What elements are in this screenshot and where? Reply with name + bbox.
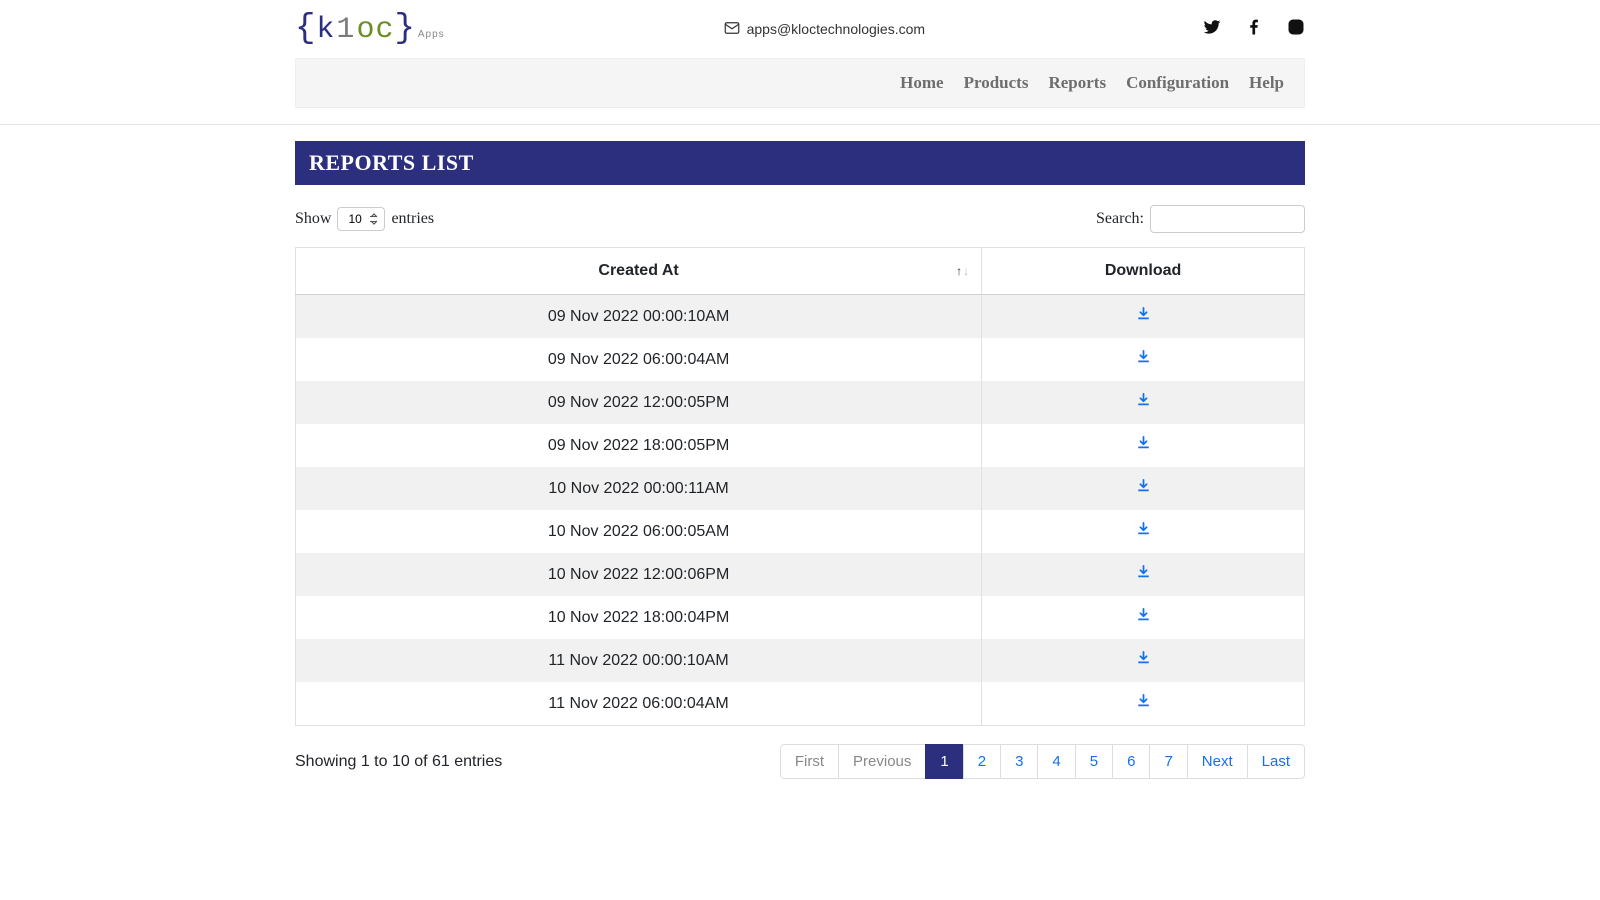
download-icon[interactable] bbox=[1136, 350, 1151, 364]
table-row: 10 Nov 2022 00:00:11AM bbox=[296, 467, 1305, 510]
cell-created-at: 09 Nov 2022 00:00:10AM bbox=[296, 295, 982, 339]
page-last[interactable]: Last bbox=[1247, 744, 1305, 779]
nav-reports[interactable]: Reports bbox=[1048, 73, 1106, 93]
download-icon[interactable] bbox=[1136, 694, 1151, 708]
table-controls: Show 10 entries Search: bbox=[295, 205, 1305, 233]
table-row: 11 Nov 2022 00:00:10AM bbox=[296, 639, 1305, 682]
logo-one: 1 bbox=[335, 13, 356, 47]
page-2[interactable]: 2 bbox=[963, 744, 1001, 779]
col-download-label: Download bbox=[1105, 262, 1181, 279]
main-nav: Home Products Reports Configuration Help bbox=[295, 58, 1305, 108]
cell-created-at: 10 Nov 2022 06:00:05AM bbox=[296, 510, 982, 553]
page-3[interactable]: 3 bbox=[1000, 744, 1038, 779]
logo-suffix: Apps bbox=[418, 29, 445, 40]
table-row: 09 Nov 2022 12:00:05PM bbox=[296, 381, 1305, 424]
col-download: Download bbox=[982, 248, 1305, 295]
table-row: 09 Nov 2022 00:00:10AM bbox=[296, 295, 1305, 339]
reports-table: Created At ↑↓ Download 09 Nov 2022 00:00… bbox=[295, 247, 1305, 726]
contact-email-text: apps@kloctechnologies.com bbox=[747, 21, 925, 37]
search-label: Search: bbox=[1096, 210, 1144, 228]
logo-brace-close: } bbox=[394, 10, 415, 48]
facebook-icon[interactable] bbox=[1245, 18, 1263, 40]
download-icon[interactable] bbox=[1136, 307, 1151, 321]
page-5[interactable]: 5 bbox=[1075, 744, 1113, 779]
download-icon[interactable] bbox=[1136, 565, 1151, 579]
cell-created-at: 09 Nov 2022 18:00:05PM bbox=[296, 424, 982, 467]
col-created-at-label: Created At bbox=[598, 262, 678, 279]
logo-k: k bbox=[316, 13, 335, 47]
contact-email[interactable]: apps@kloctechnologies.com bbox=[723, 19, 925, 40]
search-control: Search: bbox=[1096, 205, 1305, 233]
divider bbox=[0, 124, 1600, 125]
logo[interactable]: { k 1 oc } Apps bbox=[295, 10, 445, 48]
nav-configuration[interactable]: Configuration bbox=[1126, 73, 1229, 93]
page-7[interactable]: 7 bbox=[1149, 744, 1187, 779]
twitter-icon[interactable] bbox=[1203, 18, 1221, 40]
table-row: 10 Nov 2022 18:00:04PM bbox=[296, 596, 1305, 639]
table-row: 10 Nov 2022 12:00:06PM bbox=[296, 553, 1305, 596]
cell-created-at: 10 Nov 2022 12:00:06PM bbox=[296, 553, 982, 596]
table-row: 09 Nov 2022 06:00:04AM bbox=[296, 338, 1305, 381]
cell-download bbox=[982, 295, 1305, 339]
cell-download bbox=[982, 682, 1305, 726]
pagination: FirstPrevious1234567NextLast bbox=[780, 744, 1305, 779]
cell-download bbox=[982, 639, 1305, 682]
page-4[interactable]: 4 bbox=[1037, 744, 1075, 779]
cell-download bbox=[982, 424, 1305, 467]
table-footer: Showing 1 to 10 of 61 entries FirstPrevi… bbox=[295, 744, 1305, 779]
table-row: 10 Nov 2022 06:00:05AM bbox=[296, 510, 1305, 553]
social-links bbox=[1203, 18, 1305, 40]
download-icon[interactable] bbox=[1136, 393, 1151, 407]
cell-created-at: 11 Nov 2022 00:00:10AM bbox=[296, 639, 982, 682]
topbar: { k 1 oc } Apps apps@kloctechnologies.co… bbox=[295, 0, 1305, 58]
page-first: First bbox=[780, 744, 839, 779]
download-icon[interactable] bbox=[1136, 651, 1151, 665]
page-size-select[interactable]: 10 bbox=[337, 207, 385, 231]
page-size-control: Show 10 entries bbox=[295, 207, 434, 231]
download-icon[interactable] bbox=[1136, 436, 1151, 450]
instagram-icon[interactable] bbox=[1287, 18, 1305, 40]
logo-oc: oc bbox=[356, 13, 394, 47]
cell-download bbox=[982, 510, 1305, 553]
page-previous: Previous bbox=[838, 744, 926, 779]
show-label-post: entries bbox=[391, 210, 434, 228]
page-6[interactable]: 6 bbox=[1112, 744, 1150, 779]
page-title: REPORTS LIST bbox=[295, 141, 1305, 185]
page-next[interactable]: Next bbox=[1187, 744, 1248, 779]
table-row: 11 Nov 2022 06:00:04AM bbox=[296, 682, 1305, 726]
nav-products[interactable]: Products bbox=[964, 73, 1029, 93]
cell-created-at: 10 Nov 2022 18:00:04PM bbox=[296, 596, 982, 639]
nav-home[interactable]: Home bbox=[900, 73, 943, 93]
show-label-pre: Show bbox=[295, 210, 331, 228]
table-info: Showing 1 to 10 of 61 entries bbox=[295, 753, 502, 771]
cell-download bbox=[982, 381, 1305, 424]
cell-created-at: 09 Nov 2022 12:00:05PM bbox=[296, 381, 982, 424]
cell-created-at: 10 Nov 2022 00:00:11AM bbox=[296, 467, 982, 510]
page-1[interactable]: 1 bbox=[925, 744, 963, 779]
sort-icon: ↑↓ bbox=[956, 265, 969, 277]
nav-help[interactable]: Help bbox=[1249, 73, 1284, 93]
cell-download bbox=[982, 467, 1305, 510]
cell-created-at: 09 Nov 2022 06:00:04AM bbox=[296, 338, 982, 381]
download-icon[interactable] bbox=[1136, 522, 1151, 536]
mail-icon bbox=[723, 19, 741, 40]
download-icon[interactable] bbox=[1136, 608, 1151, 622]
cell-created-at: 11 Nov 2022 06:00:04AM bbox=[296, 682, 982, 726]
download-icon[interactable] bbox=[1136, 479, 1151, 493]
table-row: 09 Nov 2022 18:00:05PM bbox=[296, 424, 1305, 467]
cell-download bbox=[982, 553, 1305, 596]
logo-brace-open: { bbox=[295, 10, 316, 48]
search-input[interactable] bbox=[1150, 205, 1305, 233]
cell-download bbox=[982, 338, 1305, 381]
cell-download bbox=[982, 596, 1305, 639]
col-created-at[interactable]: Created At ↑↓ bbox=[296, 248, 982, 295]
